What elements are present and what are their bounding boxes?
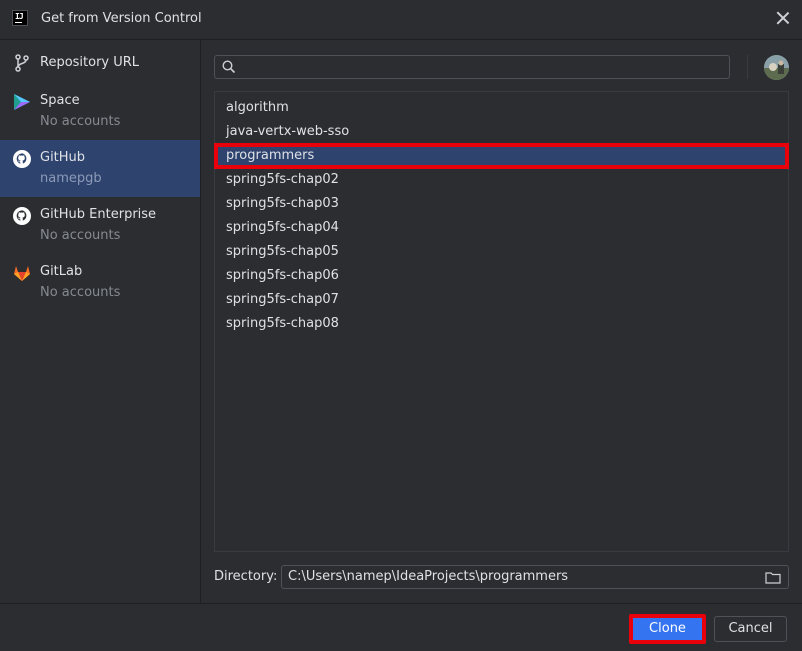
repository-list-item[interactable]: spring5fs-chap06 [215,264,788,288]
directory-field[interactable]: C:\Users\namep\IdeaProjects\programmers [281,565,789,589]
vcs-provider-sidebar: Repository URL Space No accounts GitHub … [0,40,201,603]
sidebar-item-status: No accounts [40,285,121,300]
dialog-title: Get from Version Control [41,11,202,26]
directory-path: C:\Users\namep\IdeaProjects\programmers [288,569,569,584]
sidebar-item-label: GitHub Enterprise [40,207,157,222]
sidebar-item-label: GitLab [40,264,83,279]
repository-list-item[interactable]: programmers [214,143,789,169]
repository-list-item[interactable]: spring5fs-chap08 [215,312,788,336]
sidebar-item-space[interactable]: Space No accounts [0,83,200,140]
toolbar-divider [747,55,748,79]
repository-list-item[interactable]: java-vertx-web-sso [215,120,788,144]
sidebar-item-github[interactable]: GitHub namepgb [0,140,200,197]
repository-list-item[interactable]: spring5fs-chap03 [215,192,788,216]
clone-button[interactable]: Clone [629,614,706,644]
avatar-image [764,55,789,80]
sidebar-item-status: No accounts [40,114,121,129]
branch-icon [15,54,29,72]
github-icon [13,150,31,168]
title-bar: IJ Get from Version Control [0,0,802,40]
account-name: namepgb [40,171,102,186]
github-icon [13,207,31,225]
sidebar-item-label: Repository URL [40,55,140,70]
intellij-logo-icon: IJ [12,10,28,26]
search-icon [222,60,236,74]
sidebar-item-status: No accounts [40,228,121,243]
sidebar-item-github-enterprise[interactable]: GitHub Enterprise No accounts [0,197,200,254]
account-avatar[interactable] [764,55,789,80]
dialog-footer: Clone Cancel [0,603,802,651]
cancel-button[interactable]: Cancel [714,616,787,642]
sidebar-item-gitlab[interactable]: GitLab No accounts [0,254,200,311]
close-icon[interactable] [776,11,790,25]
folder-icon[interactable] [765,571,781,584]
gitlab-icon [14,266,30,281]
sidebar-item-label: Space [40,93,80,108]
repository-list[interactable]: algorithm java-vertx-web-sso programmers sp… [214,91,789,552]
repository-search-input[interactable] [214,55,730,79]
sidebar-item-label: GitHub [40,150,86,165]
repository-list-item[interactable]: spring5fs-chap04 [215,216,788,240]
repository-list-item[interactable]: algorithm [215,96,788,120]
directory-label: Directory: [214,569,278,584]
repository-list-item[interactable]: spring5fs-chap07 [215,288,788,312]
dialog-window: IJ Get from Version Control Repository U… [0,0,802,651]
repository-list-item[interactable]: spring5fs-chap05 [215,240,788,264]
repository-list-item[interactable]: spring5fs-chap02 [215,168,788,192]
space-icon [14,94,30,110]
